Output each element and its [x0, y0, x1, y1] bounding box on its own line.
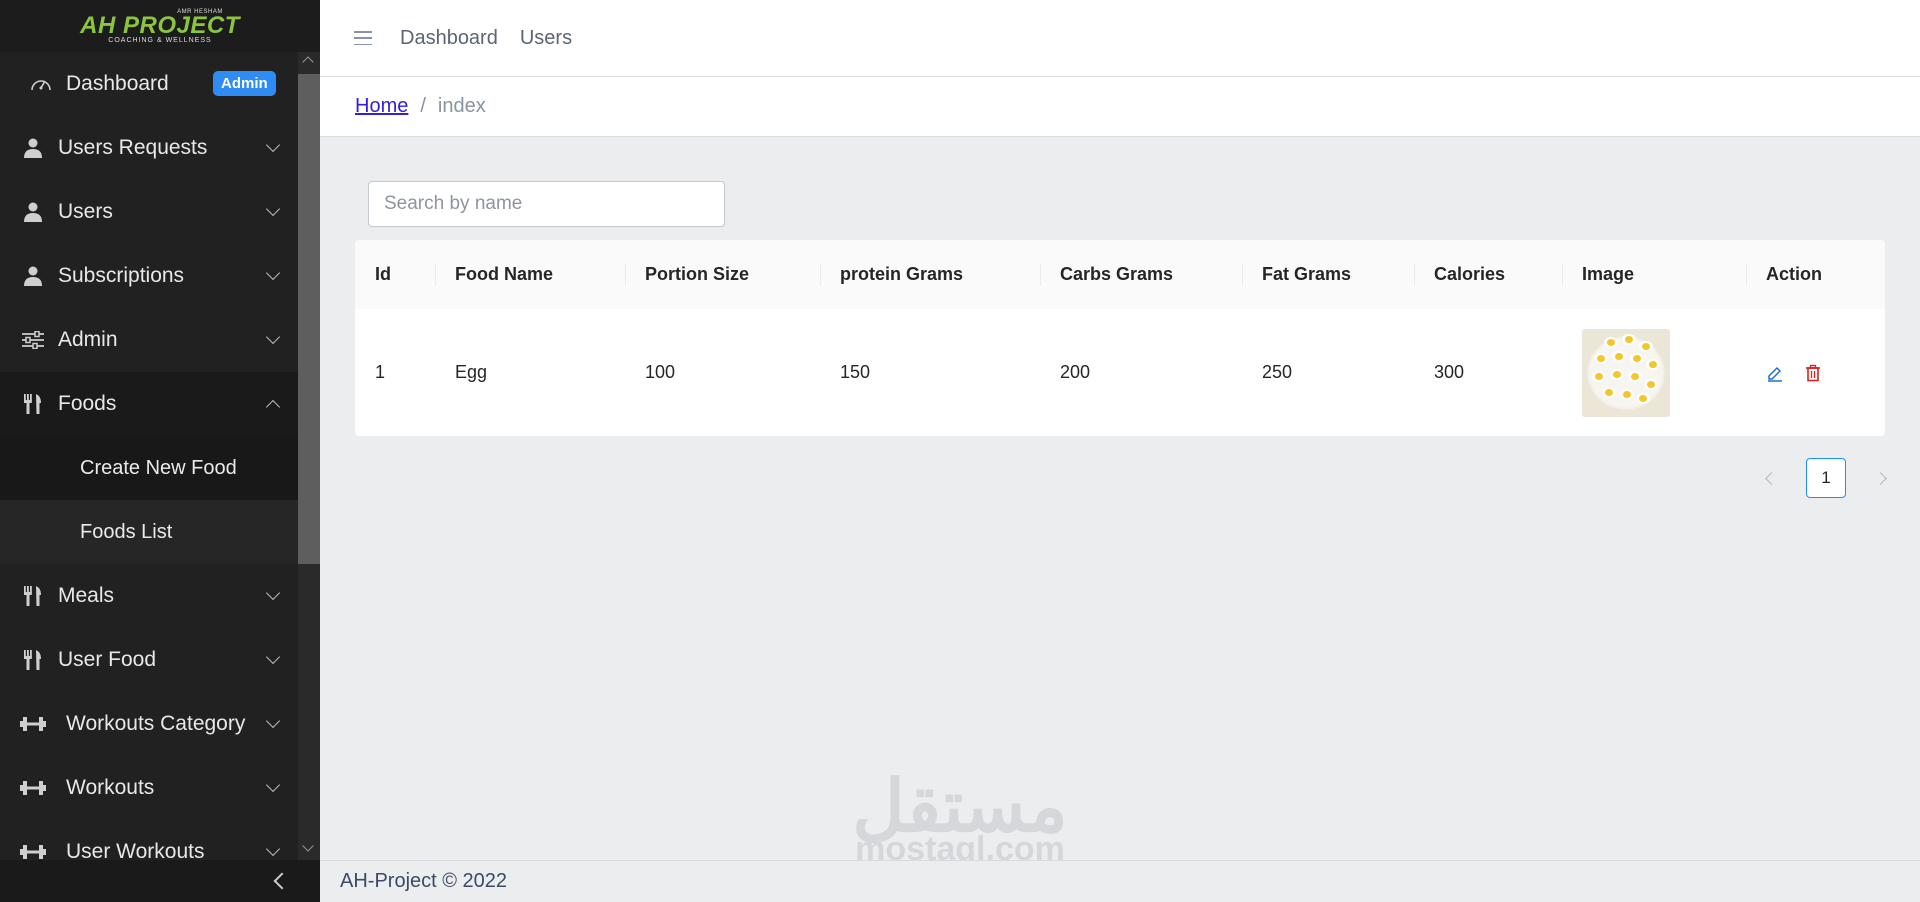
cell-portion-size: 100: [645, 362, 676, 382]
cell-fat-grams: 250: [1262, 362, 1293, 382]
user-icon: [20, 137, 46, 159]
sidebar-item-users-requests[interactable]: Users Requests: [0, 116, 298, 180]
dumbbell-icon: [20, 713, 46, 735]
chevron-down-icon: [265, 137, 281, 153]
breadcrumb-separator: /: [420, 95, 426, 117]
menu-toggle-icon[interactable]: [354, 31, 372, 45]
column-header-portion-size: Portion Size: [625, 240, 820, 309]
chevron-left-icon: [273, 872, 291, 890]
sidebar-item-admin[interactable]: Admin: [0, 308, 298, 372]
sidebar-nav: Dashboard Admin Users Requests Users Sub…: [0, 52, 298, 884]
chevron-down-icon: [265, 841, 281, 857]
cutlery-icon: [20, 585, 46, 607]
pagination-page-button[interactable]: 1: [1806, 458, 1846, 498]
page-footer: AH-Project © 2022: [320, 860, 1920, 902]
cell-calories: 300: [1434, 362, 1465, 382]
sidebar-item-dashboard[interactable]: Dashboard Admin: [0, 52, 298, 116]
cell-id: 1: [375, 362, 386, 382]
scrollbar-thumb[interactable]: [298, 74, 320, 564]
column-header-carbs-grams: Carbs Grams: [1040, 240, 1242, 309]
sidebar-item-label: Dashboard: [66, 72, 169, 95]
dumbbell-icon: [20, 777, 46, 799]
column-header-food-name: Food Name: [435, 240, 625, 309]
chevron-down-icon: [265, 649, 281, 665]
pagination-next-icon[interactable]: [1874, 471, 1887, 485]
cell-carbs-grams: 200: [1060, 362, 1091, 382]
foods-table: Id Food Name Portion Size protein Grams …: [355, 240, 1885, 436]
sidebar-item-user-food[interactable]: User Food: [0, 628, 298, 692]
chevron-down-icon: [265, 585, 281, 601]
table-header-row: Id Food Name Portion Size protein Grams …: [355, 240, 1885, 309]
sidebar-item-label: Foods: [58, 392, 117, 415]
sidebar-item-label: Workouts: [66, 776, 155, 799]
user-icon: [20, 201, 46, 223]
sidebar-item-label: Users: [58, 200, 113, 223]
watermark-logo: مستقل mostaql.com: [840, 771, 1080, 866]
cutlery-icon: [20, 649, 46, 671]
pagination: 1: [1765, 458, 1887, 498]
sidebar-item-foods-list[interactable]: Foods List: [0, 500, 298, 564]
header-link-users[interactable]: Users: [520, 27, 572, 50]
header-link-dashboard[interactable]: Dashboard: [400, 27, 498, 50]
footer-copyright: AH-Project © 2022: [340, 870, 508, 892]
sidebar-minimize-button[interactable]: [0, 860, 320, 902]
chevron-down-icon: [265, 713, 281, 729]
sliders-icon: [20, 329, 46, 351]
sidebar-item-subscriptions[interactable]: Subscriptions: [0, 244, 298, 308]
scroll-up-icon[interactable]: [302, 56, 314, 68]
column-header-fat-grams: Fat Grams: [1242, 240, 1414, 309]
breadcrumb: Home / index: [320, 77, 1920, 137]
chevron-down-icon: [265, 329, 281, 345]
sidebar-item-label: Subscriptions: [58, 264, 185, 287]
breadcrumb-current: index: [437, 95, 486, 117]
foods-submenu: Create New Food Foods List: [0, 436, 298, 564]
sidebar-item-users[interactable]: Users: [0, 180, 298, 244]
sidebar-item-label: Admin: [58, 328, 118, 351]
pagination-prev-icon[interactable]: [1765, 471, 1778, 485]
boiled-eggs-image: [1582, 328, 1670, 417]
cell-food-name: Egg: [455, 362, 488, 382]
admin-badge: Admin: [213, 71, 276, 96]
breadcrumb-home-link[interactable]: Home: [355, 95, 408, 118]
column-header-id: Id: [375, 264, 391, 284]
chevron-up-icon: [265, 399, 281, 415]
brand-name: AH PROJECT: [80, 11, 240, 39]
sidebar-item-meals[interactable]: Meals: [0, 564, 298, 628]
sidebar-scrollbar[interactable]: [298, 52, 320, 860]
cutlery-icon: [20, 393, 46, 415]
sidebar-item-create-new-food[interactable]: Create New Food: [0, 436, 298, 500]
search-input[interactable]: [368, 181, 725, 227]
speedometer-icon: [28, 73, 54, 95]
column-header-action: Action: [1746, 240, 1885, 309]
chevron-down-icon: [265, 201, 281, 217]
delete-icon[interactable]: [1804, 364, 1822, 382]
edit-icon[interactable]: [1766, 364, 1784, 382]
brand-tagline: COACHING & WELLNESS: [108, 36, 212, 44]
table-row: 1 Egg 100 150 200 250 300: [355, 309, 1885, 436]
top-header: Dashboard Users: [320, 0, 1920, 77]
brand-logo[interactable]: AMR HESHAM AH PROJECT COACHING & WELLNES…: [0, 0, 320, 52]
column-header-image: Image: [1562, 240, 1746, 309]
chevron-down-icon: [265, 265, 281, 281]
sidebar-item-label: Workouts Category: [66, 712, 246, 735]
sidebar-item-workouts[interactable]: Workouts: [0, 756, 298, 820]
chevron-down-icon: [265, 777, 281, 793]
sidebar-item-label: User Food: [58, 648, 157, 671]
sidebar-item-foods[interactable]: Foods: [0, 372, 298, 436]
sidebar-item-label: Users Requests: [58, 136, 208, 159]
user-icon: [20, 265, 46, 287]
cell-protein-grams: 150: [840, 362, 871, 382]
sidebar-item-label: Meals: [58, 584, 115, 607]
column-header-protein-grams: protein Grams: [820, 240, 1040, 309]
row-actions: [1766, 364, 1885, 382]
sidebar: AMR HESHAM AH PROJECT COACHING & WELLNES…: [0, 0, 320, 902]
scroll-down-icon[interactable]: [302, 840, 314, 852]
sidebar-item-workouts-category[interactable]: Workouts Category: [0, 692, 298, 756]
column-header-calories: Calories: [1414, 240, 1562, 309]
